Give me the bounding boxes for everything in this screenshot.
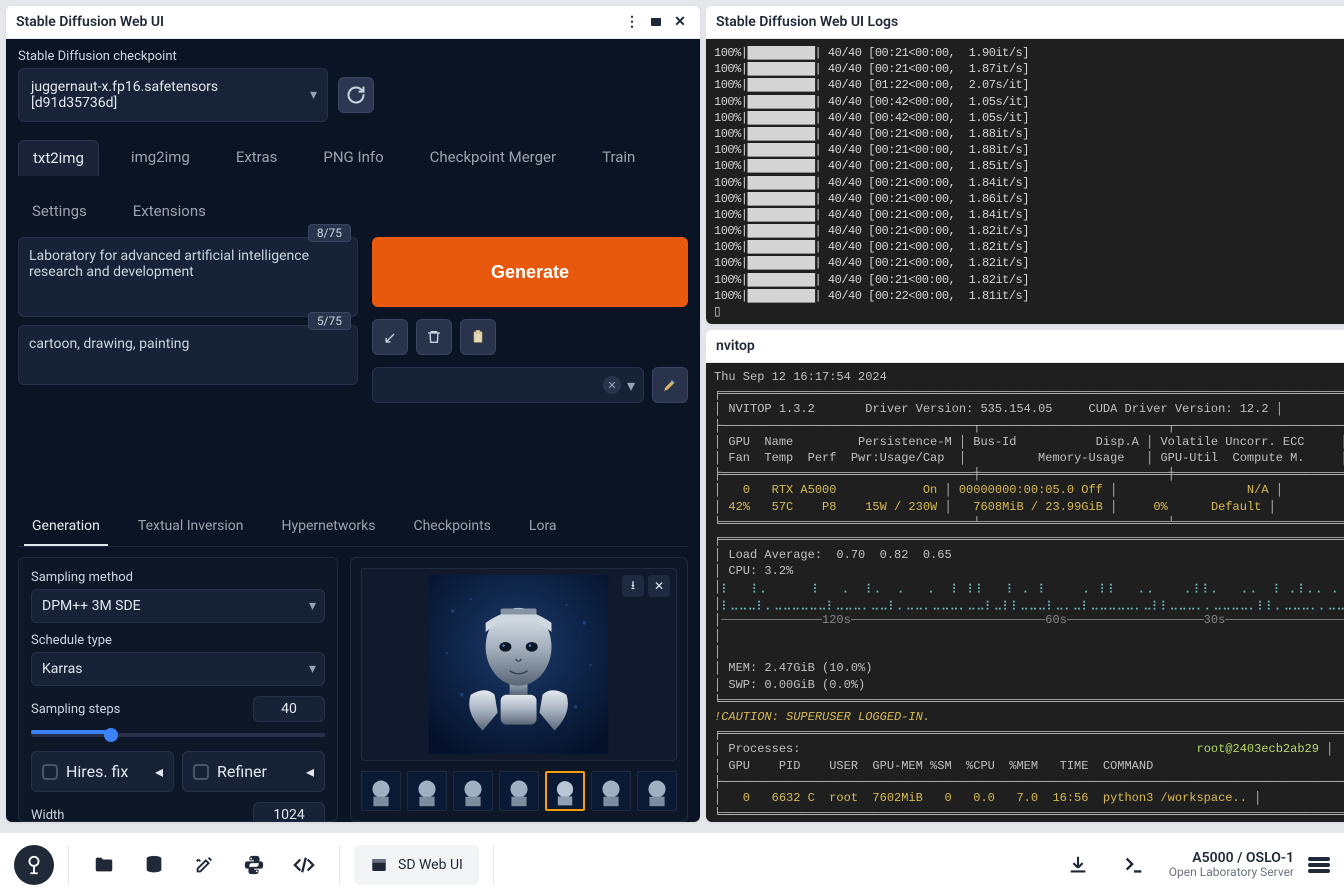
status-bars-icon[interactable] <box>1308 857 1330 873</box>
chevron-left-icon: ◂ <box>306 762 314 781</box>
refiner-accordion[interactable]: Refiner ◂ <box>182 751 325 792</box>
tab-txt2img[interactable]: txt2img <box>18 140 99 176</box>
subtab-textual-inversion[interactable]: Textual Inversion <box>130 508 252 546</box>
subtab-hypernetworks[interactable]: Hypernetworks <box>274 508 384 546</box>
thumbnail-5[interactable] <box>545 771 585 811</box>
tab-img2img[interactable]: img2img <box>117 140 204 176</box>
gallery-thumbnails <box>361 771 677 811</box>
prompt-token-count: 8/75 <box>308 224 351 242</box>
tab-extensions[interactable]: Extensions <box>119 194 220 228</box>
checkpoint-select[interactable]: juggernaut-x.fp16.safetensors [d91d35736… <box>18 68 328 122</box>
sd-window-title: Stable Diffusion Web UI <box>16 14 618 30</box>
tools-icon[interactable] <box>183 844 225 886</box>
sub-tabs: Generation Textual Inversion Hypernetwor… <box>18 508 688 547</box>
logs-terminal[interactable]: 100%|██████████| 40/40 [00:21<00:00, 1.9… <box>706 39 1344 324</box>
download-icon[interactable] <box>1057 844 1099 886</box>
sampling-steps-slider[interactable] <box>31 733 325 737</box>
thumbnail-3[interactable] <box>453 771 493 811</box>
prompt-textarea[interactable]: 8/75 Laboratory for advanced artificial … <box>18 237 358 317</box>
close-icon[interactable]: ✕ <box>670 12 690 32</box>
tab-pnginfo[interactable]: PNG Info <box>309 140 397 176</box>
tab-settings[interactable]: Settings <box>18 194 101 228</box>
main-tabs: txt2img img2img Extras PNG Info Checkpoi… <box>18 140 688 229</box>
thumbnail-6[interactable] <box>591 771 631 811</box>
thumbnail-4[interactable] <box>499 771 539 811</box>
logs-window-titlebar: Stable Diffusion Web UI Logs ⋮ ✕ <box>706 6 1344 39</box>
schedule-type-label: Schedule type <box>31 633 325 648</box>
kebab-icon[interactable]: ⋮ <box>622 12 642 32</box>
width-label: Width <box>31 808 64 823</box>
nvitop-window-titlebar: nvitop ⋮ ✕ <box>706 330 1344 363</box>
logo-icon[interactable] <box>14 845 54 885</box>
python-icon[interactable] <box>233 844 275 886</box>
arrow-dl-button[interactable]: ↙ <box>372 319 408 355</box>
thumbnail-2[interactable] <box>407 771 447 811</box>
database-icon[interactable] <box>133 844 175 886</box>
sampling-steps-input[interactable]: 40 <box>253 696 325 722</box>
apply-style-button[interactable] <box>652 367 688 403</box>
style-select[interactable]: ✕ ▾ <box>372 367 644 403</box>
nvitop-window-title: nvitop <box>716 338 1344 354</box>
width-input[interactable]: 1024 <box>253 802 325 822</box>
minimize-icon[interactable] <box>646 12 666 32</box>
folder-icon[interactable] <box>83 844 125 886</box>
clipboard-button[interactable] <box>460 319 496 355</box>
taskbar-active-tab[interactable]: SD Web UI <box>354 845 479 885</box>
gallery-main-image[interactable]: ⭳ ✕ <box>361 568 677 761</box>
schedule-type-select[interactable]: Karras <box>31 652 325 686</box>
taskbar: SD Web UI A5000 / OSLO-1 Open Laboratory… <box>0 832 1344 896</box>
download-image-button[interactable]: ⭳ <box>622 575 644 597</box>
negative-prompt-token-count: 5/75 <box>308 312 351 330</box>
generation-settings: Sampling method DPM++ 3M SDE Schedule ty… <box>18 557 338 822</box>
hires-fix-accordion[interactable]: Hires. fix ◂ <box>31 751 174 792</box>
gallery-panel: ⭳ ✕ <box>350 557 688 822</box>
sampling-steps-label: Sampling steps <box>31 702 120 717</box>
thumbnail-7[interactable] <box>637 771 677 811</box>
code-icon[interactable] <box>283 844 325 886</box>
tab-train[interactable]: Train <box>588 140 649 176</box>
server-label: A5000 / OSLO-1 Open Laboratory Server <box>1169 850 1294 880</box>
refresh-checkpoints-button[interactable] <box>338 77 374 113</box>
sampling-method-label: Sampling method <box>31 570 325 585</box>
terminal-icon[interactable] <box>1113 844 1155 886</box>
subtab-generation[interactable]: Generation <box>24 508 108 546</box>
sd-window-titlebar: Stable Diffusion Web UI ⋮ ✕ <box>6 6 700 39</box>
subtab-checkpoints[interactable]: Checkpoints <box>405 508 498 546</box>
thumbnail-1[interactable] <box>361 771 401 811</box>
checkpoint-label: Stable Diffusion checkpoint <box>18 49 688 64</box>
logs-window-title: Stable Diffusion Web UI Logs <box>716 14 1344 30</box>
tab-extras[interactable]: Extras <box>222 140 292 176</box>
negative-prompt-textarea[interactable]: 5/75 cartoon, drawing, painting <box>18 325 358 385</box>
trash-button[interactable] <box>416 319 452 355</box>
subtab-lora[interactable]: Lora <box>521 508 565 546</box>
generate-button[interactable]: Generate <box>372 237 688 307</box>
close-image-button[interactable]: ✕ <box>648 575 670 597</box>
nvitop-terminal[interactable]: Thu Sep 12 16:17:54 2024 (Press h for he… <box>706 363 1344 822</box>
tab-checkpoint-merger[interactable]: Checkpoint Merger <box>416 140 570 176</box>
robot-image <box>371 575 666 755</box>
chevron-left-icon: ◂ <box>155 762 163 781</box>
sampling-method-select[interactable]: DPM++ 3M SDE <box>31 589 325 623</box>
